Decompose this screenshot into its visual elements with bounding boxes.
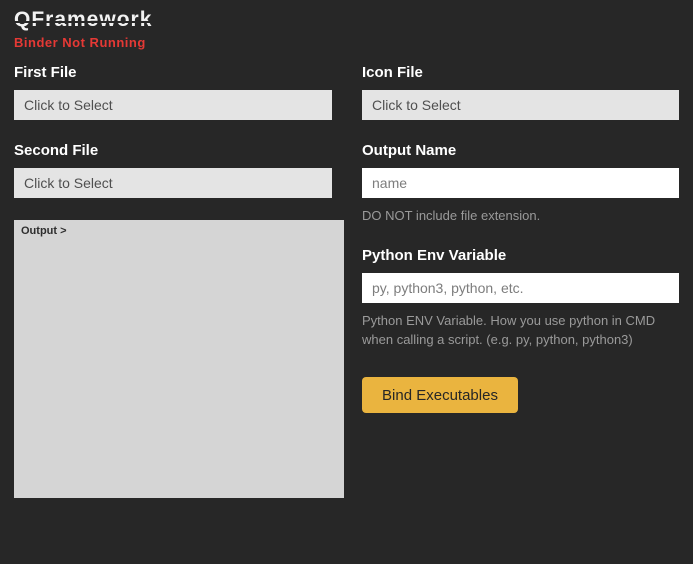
app-logo: QFramework <box>14 8 152 32</box>
main-columns: First File Click to Select Second File C… <box>14 64 679 498</box>
second-file-label: Second File <box>14 142 332 159</box>
status-text: Binder Not Running <box>14 35 679 50</box>
left-column: First File Click to Select Second File C… <box>14 64 332 498</box>
header: QFramework Binder Not Running <box>14 8 679 50</box>
icon-file-label: Icon File <box>362 64 679 81</box>
python-env-input[interactable] <box>362 273 679 303</box>
output-name-hint: DO NOT include file extension. <box>362 206 679 225</box>
icon-file-selector[interactable]: Click to Select <box>362 90 679 120</box>
first-file-selector[interactable]: Click to Select <box>14 90 332 120</box>
first-file-label: First File <box>14 64 332 81</box>
second-file-selector[interactable]: Click to Select <box>14 168 332 198</box>
bind-executables-button[interactable]: Bind Executables <box>362 377 518 413</box>
python-env-label: Python Env Variable <box>362 247 679 264</box>
python-env-hint: Python ENV Variable. How you use python … <box>362 311 679 349</box>
app-window: QFramework Binder Not Running First File… <box>0 0 693 564</box>
output-log[interactable]: Output > <box>14 220 344 498</box>
output-name-label: Output Name <box>362 142 679 159</box>
right-column: Icon File Click to Select Output Name DO… <box>362 64 679 498</box>
output-name-input[interactable] <box>362 168 679 198</box>
